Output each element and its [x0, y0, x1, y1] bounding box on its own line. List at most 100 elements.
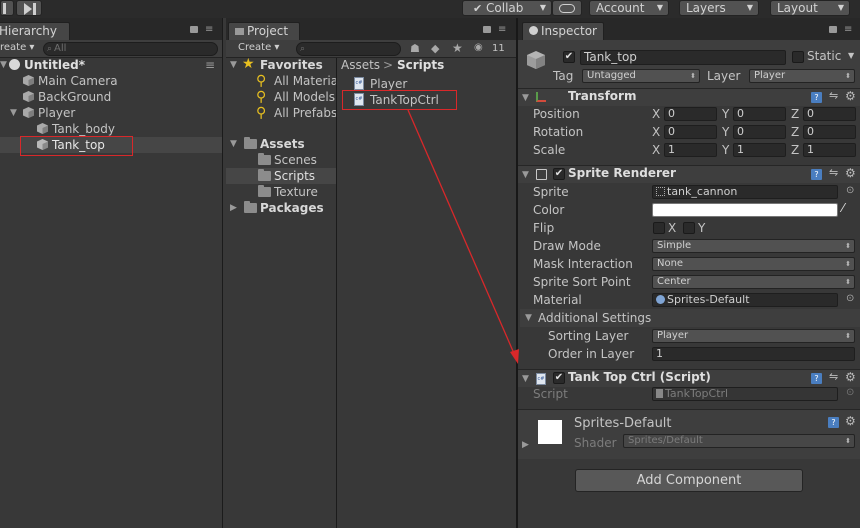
layout-dropdown[interactable]: Layout ▼	[770, 0, 850, 16]
collapse-triangle-icon[interactable]: ▼	[522, 89, 529, 107]
position-z-field[interactable]: 0	[803, 107, 856, 121]
favorites-item-materials[interactable]: ⚲ All Materia	[226, 73, 338, 89]
favorite-star-icon[interactable]: ★	[452, 41, 463, 55]
tab-project[interactable]: Project	[228, 22, 300, 40]
scene-menu-icon[interactable]: ≡	[205, 57, 215, 73]
scale-z-field[interactable]: 1	[803, 143, 856, 157]
collapse-triangle-icon[interactable]: ▼	[522, 166, 529, 184]
hierarchy-item-player[interactable]: ▼ Player	[0, 105, 222, 121]
mask-interaction-dropdown[interactable]: None ⬍	[652, 257, 855, 271]
help-icon[interactable]: ?	[811, 92, 822, 103]
breadcrumb-assets[interactable]: Assets	[341, 57, 380, 73]
tag-dropdown[interactable]: Untagged ⬍	[582, 69, 700, 83]
help-icon[interactable]: ?	[828, 417, 839, 428]
breadcrumb-scripts[interactable]: Scripts	[397, 57, 444, 73]
scene-row[interactable]: ▼ Untitled* ≡	[0, 57, 222, 73]
collapse-triangle-icon[interactable]: ▼	[0, 57, 7, 73]
tab-hierarchy[interactable]: Hierarchy	[0, 22, 70, 40]
menu-icon[interactable]: ≡	[844, 24, 852, 35]
favorites-header[interactable]: ▼ ★ Favorites	[230, 56, 336, 73]
asset-folder-scenes[interactable]: Scenes	[226, 152, 336, 168]
color-swatch[interactable]	[652, 203, 838, 217]
preset-icon[interactable]: ⇋	[829, 370, 838, 383]
expand-triangle-icon[interactable]: ▶	[230, 200, 237, 216]
hierarchy-item-main-camera[interactable]: Main Camera	[0, 73, 222, 89]
favorites-item-prefabs[interactable]: ⚲ All Prefabs	[226, 105, 337, 121]
menu-icon[interactable]: ≡	[205, 24, 213, 35]
assets-header[interactable]: ▼ Assets	[230, 136, 336, 152]
asset-folder-scripts[interactable]: Scripts	[226, 168, 336, 184]
gear-icon[interactable]: ⚙	[845, 370, 856, 384]
rotation-z-field[interactable]: 0	[803, 125, 856, 139]
lock-icon[interactable]	[190, 26, 198, 33]
filter-type-icon[interactable]: ☗	[410, 42, 420, 55]
tab-inspector[interactable]: Inspector	[522, 22, 604, 40]
gear-icon[interactable]: ⚙	[845, 166, 856, 180]
create-dropdown[interactable]: reate ▾	[0, 42, 34, 53]
additional-settings-foldout[interactable]: ▼ Additional Settings	[520, 309, 860, 327]
sorting-layer-dropdown[interactable]: Player ⬍	[652, 329, 855, 343]
chevron-down-icon[interactable]: ▼	[848, 51, 854, 60]
script-component-header[interactable]: ▼ c# ✔ Tank Top Ctrl (Script) ? ⇋ ⚙	[518, 369, 860, 387]
draw-mode-dropdown[interactable]: Simple ⬍	[652, 239, 855, 253]
gear-icon[interactable]: ⚙	[845, 89, 856, 103]
active-checkbox[interactable]: ✔	[563, 51, 575, 63]
position-x-field[interactable]: 0	[664, 107, 717, 121]
order-in-layer-field[interactable]: 1	[652, 347, 855, 361]
favorites-item-models[interactable]: ⚲ All Models	[226, 89, 336, 105]
star-icon: ★	[242, 56, 255, 72]
step-button[interactable]	[16, 0, 42, 16]
help-icon[interactable]: ?	[811, 373, 822, 384]
collab-button[interactable]: ✔ Collab ▼	[462, 0, 552, 16]
scale-y-field[interactable]: 1	[733, 143, 786, 157]
add-component-button[interactable]: Add Component	[575, 469, 803, 492]
material-field[interactable]: Sprites-Default	[652, 293, 838, 307]
menu-icon[interactable]: ≡	[498, 24, 506, 35]
create-dropdown[interactable]: Create ▾	[238, 42, 279, 53]
scale-x-field[interactable]: 1	[664, 143, 717, 157]
account-dropdown[interactable]: Account ▼	[589, 0, 669, 16]
flip-x-checkbox[interactable]	[653, 222, 665, 234]
lock-icon[interactable]	[829, 26, 837, 33]
expand-triangle-icon[interactable]: ▼	[10, 105, 17, 121]
filter-label-icon[interactable]: ◆	[431, 42, 439, 55]
project-split-divider[interactable]	[336, 58, 337, 528]
sprite-sort-point-dropdown[interactable]: Center ⬍	[652, 275, 855, 289]
rotation-y-field[interactable]: 0	[733, 125, 786, 139]
packages-header[interactable]: ▶ Packages	[230, 200, 336, 216]
script-enabled-checkbox[interactable]: ✔	[553, 372, 565, 384]
sprite-renderer-enabled-checkbox[interactable]: ✔	[553, 168, 565, 180]
position-y-field[interactable]: 0	[733, 107, 786, 121]
sprite-renderer-header[interactable]: ▼ ✔ Sprite Renderer ? ⇋ ⚙	[518, 165, 860, 183]
collapse-triangle-icon[interactable]: ▼	[230, 57, 237, 73]
hierarchy-item-tank-body[interactable]: Tank_body	[0, 121, 222, 137]
pause-button[interactable]	[0, 0, 14, 16]
collapse-triangle-icon[interactable]: ▼	[522, 370, 529, 388]
expand-triangle-icon[interactable]: ▶	[522, 437, 529, 453]
asset-folder-texture[interactable]: Texture	[226, 184, 336, 200]
layers-dropdown[interactable]: Layers ▼	[679, 0, 759, 16]
preset-icon[interactable]: ⇋	[829, 89, 838, 102]
eyedropper-icon[interactable]: ⁄	[842, 201, 844, 215]
preset-icon[interactable]: ⇋	[829, 166, 838, 179]
layer-dropdown[interactable]: Player ⬍	[749, 69, 855, 83]
sprite-field[interactable]: tank_cannon	[652, 185, 838, 199]
rotation-x-field[interactable]: 0	[664, 125, 717, 139]
object-picker-icon[interactable]: ⊙	[846, 293, 854, 304]
cloud-button[interactable]	[552, 0, 582, 16]
hierarchy-search-input[interactable]: ⌕ All	[43, 42, 218, 56]
object-name-field[interactable]: Tank_top	[580, 50, 786, 65]
collapse-triangle-icon[interactable]: ▼	[230, 136, 237, 152]
gear-icon[interactable]: ⚙	[845, 414, 856, 428]
hidden-eye-icon[interactable]: ◉	[474, 42, 483, 53]
static-checkbox[interactable]	[792, 51, 804, 63]
help-icon[interactable]: ?	[811, 169, 822, 180]
lock-icon[interactable]	[483, 26, 491, 33]
flip-y-checkbox[interactable]	[683, 222, 695, 234]
transform-header[interactable]: ▼ Transform ? ⇋ ⚙	[518, 88, 860, 106]
object-picker-icon[interactable]: ⊙	[846, 185, 854, 196]
hierarchy-item-background[interactable]: BackGround	[0, 89, 222, 105]
project-search-input[interactable]: ⌕	[296, 42, 401, 56]
panel-divider[interactable]	[222, 18, 223, 528]
collapse-triangle-icon[interactable]: ▼	[525, 309, 532, 327]
